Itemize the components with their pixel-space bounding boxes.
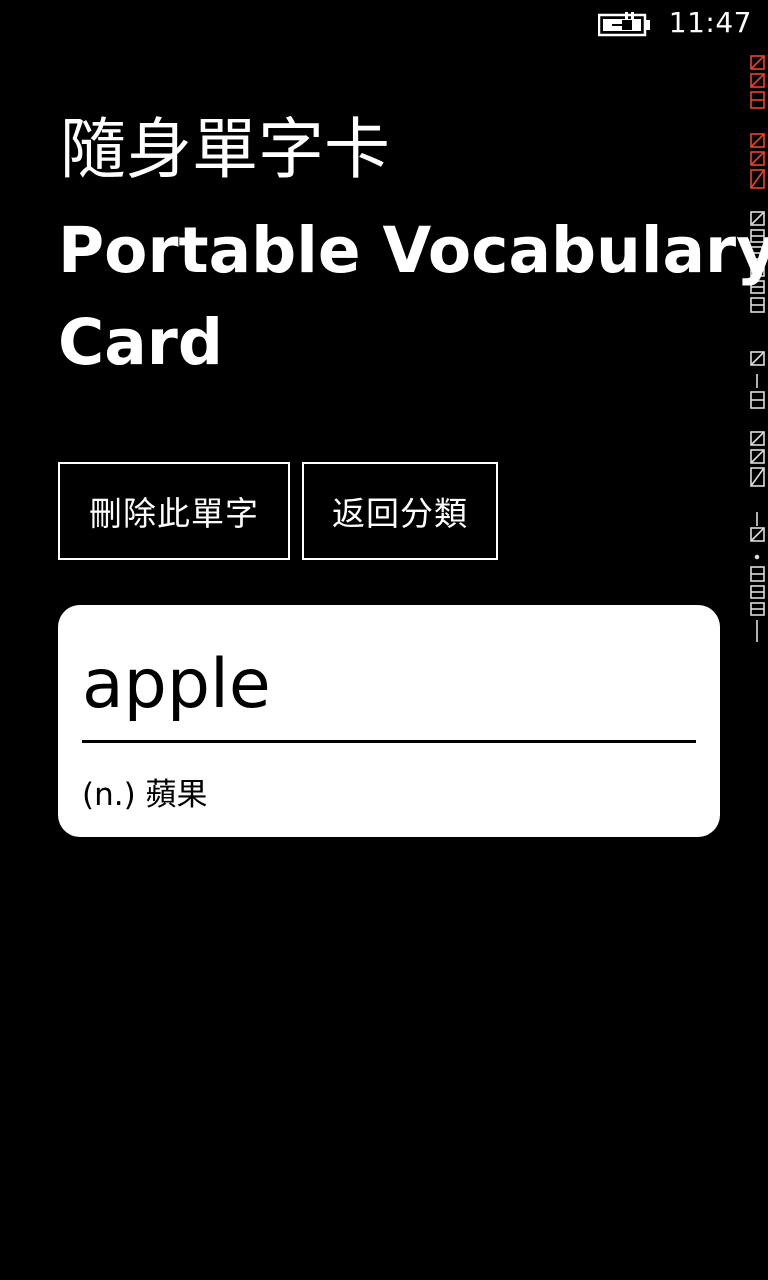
- battery-charging-icon: [598, 12, 650, 37]
- app-title-english: Portable Vocabulary Card: [58, 205, 768, 389]
- delete-word-button[interactable]: 刪除此單字: [58, 462, 290, 560]
- word-text: apple: [82, 645, 271, 724]
- word-card[interactable]: apple (n.) 蘋果: [58, 605, 720, 837]
- app-screen: 11:47 隨身單字卡 Portable Vocabulary Card 刪除此…: [0, 0, 768, 1280]
- app-title-english-line2: Card: [58, 306, 223, 379]
- clock: 11:47: [668, 6, 752, 39]
- app-title-english-line1: Portable Vocabulary: [58, 214, 768, 287]
- status-bar: 11:47: [0, 0, 768, 48]
- word-divider: [82, 740, 696, 743]
- app-title-chinese: 隨身單字卡: [60, 111, 390, 188]
- word-definition: (n.) 蘋果: [82, 777, 208, 813]
- back-to-category-button[interactable]: 返回分類: [302, 462, 498, 560]
